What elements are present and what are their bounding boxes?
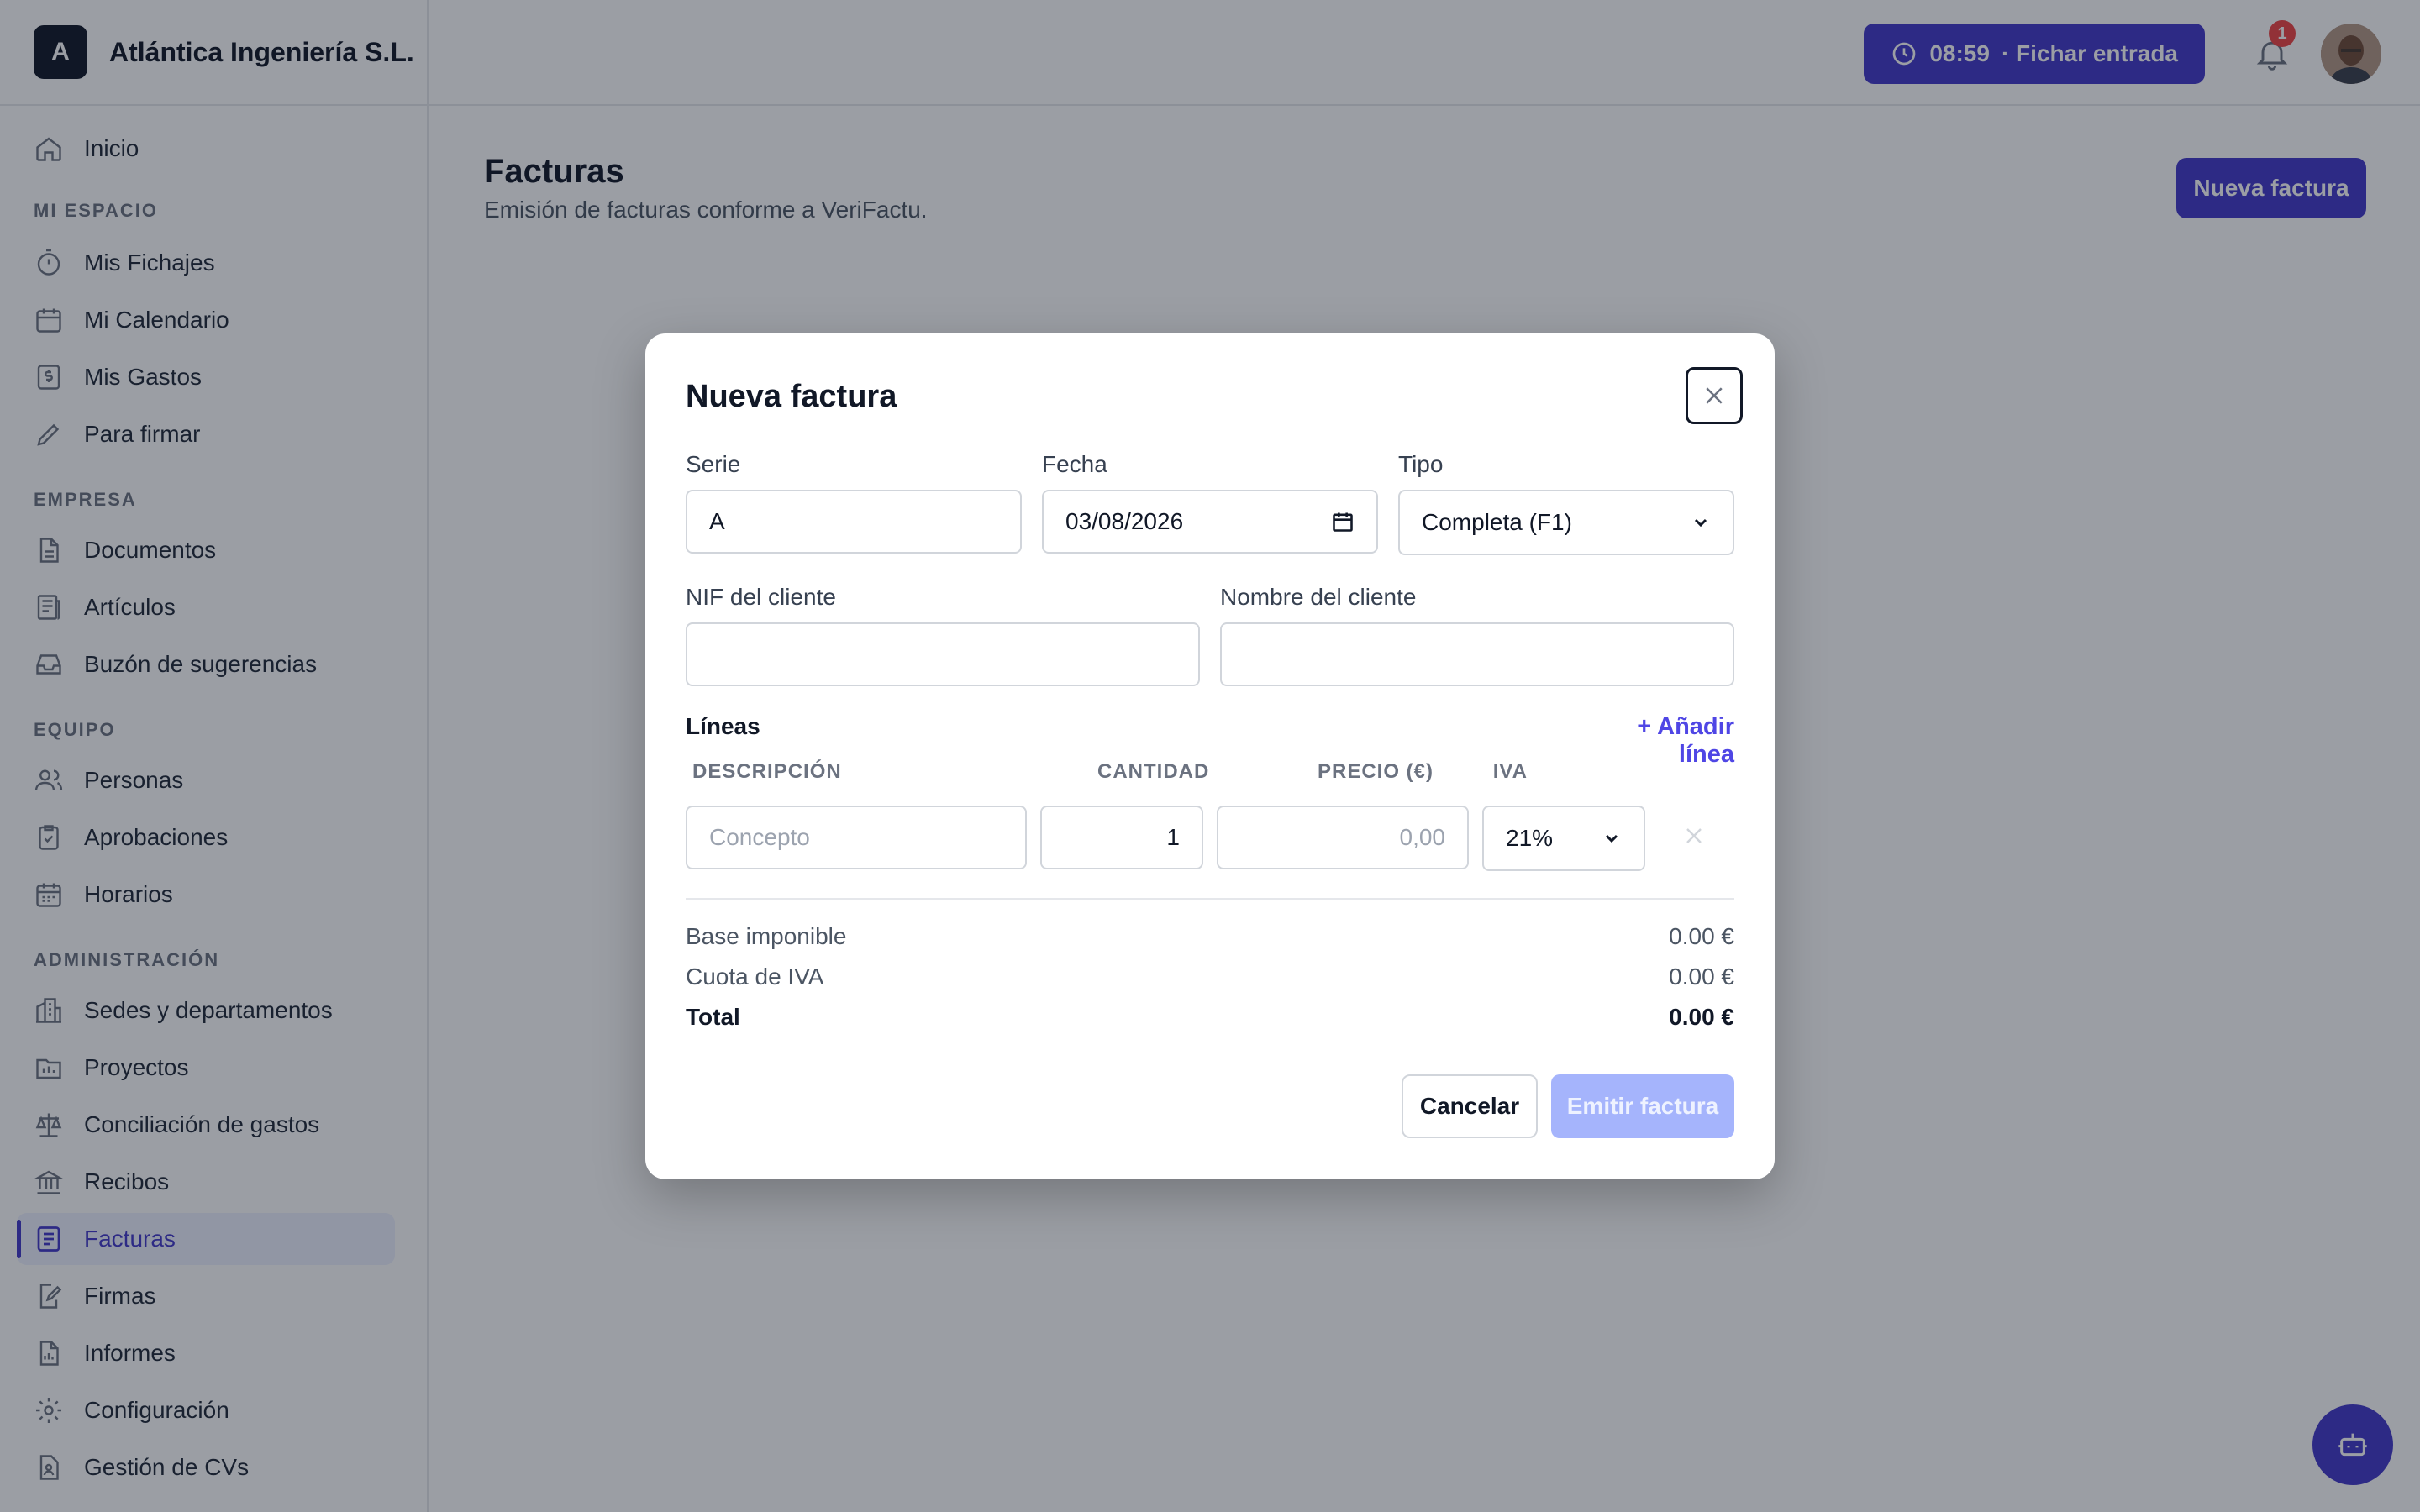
divider	[686, 898, 1734, 900]
close-icon	[1681, 822, 1707, 849]
serie-label: Serie	[686, 451, 741, 477]
cancel-button[interactable]: Cancelar	[1402, 1074, 1538, 1138]
cantidad-input[interactable]: 1	[1040, 806, 1203, 869]
iva-value: 21%	[1506, 825, 1554, 851]
total-label: Total	[686, 1004, 740, 1030]
precio-placeholder: 0,00	[1399, 824, 1446, 850]
remove-line-button[interactable]	[1681, 822, 1707, 849]
close-icon	[1702, 383, 1727, 408]
tipo-value: Completa (F1)	[1422, 509, 1572, 535]
cuota-iva-label: Cuota de IVA	[686, 963, 824, 990]
precio-input[interactable]: 0,00	[1217, 806, 1469, 869]
column-header-precio: PRECIO (€)	[1317, 760, 1434, 783]
base-imponible-value: 0.00 €	[1669, 923, 1734, 949]
iva-select[interactable]: 21%	[1482, 806, 1645, 871]
calendar-icon[interactable]	[1331, 510, 1355, 533]
column-header-cantidad: CANTIDAD	[1097, 760, 1210, 783]
base-imponible-label: Base imponible	[686, 923, 847, 949]
chevron-down-icon	[1691, 512, 1711, 533]
fecha-value: 03/08/2026	[1065, 508, 1184, 534]
tipo-label: Tipo	[1398, 451, 1444, 477]
total-value: 0.00 €	[1669, 1004, 1734, 1030]
nombre-input[interactable]	[1220, 622, 1734, 686]
fecha-input[interactable]: 03/08/2026	[1042, 490, 1378, 554]
fecha-label: Fecha	[1042, 451, 1107, 477]
lines-title: Líneas	[686, 713, 760, 739]
cantidad-value: 1	[1166, 824, 1180, 850]
serie-input[interactable]: A	[686, 490, 1022, 554]
tipo-select[interactable]: Completa (F1)	[1398, 490, 1734, 555]
serie-value: A	[709, 508, 725, 534]
nif-label: NIF del cliente	[686, 584, 836, 610]
cuota-iva-value: 0.00 €	[1669, 963, 1734, 990]
emit-invoice-button[interactable]: Emitir factura	[1551, 1074, 1734, 1138]
modal-title: Nueva factura	[686, 379, 897, 414]
concepto-placeholder: Concepto	[709, 824, 810, 850]
concepto-input[interactable]: Concepto	[686, 806, 1027, 869]
close-button[interactable]	[1686, 367, 1743, 424]
nif-input[interactable]	[686, 622, 1200, 686]
add-line-button[interactable]: + Añadir línea	[1583, 713, 1734, 769]
nombre-label: Nombre del cliente	[1220, 584, 1417, 610]
new-invoice-modal: Nueva factura Serie A Fecha 03/08/2026 T…	[645, 333, 1775, 1179]
column-header-iva: IVA	[1492, 760, 1528, 783]
chevron-down-icon	[1602, 828, 1622, 848]
column-header-descripcion: DESCRIPCIÓN	[692, 760, 842, 783]
